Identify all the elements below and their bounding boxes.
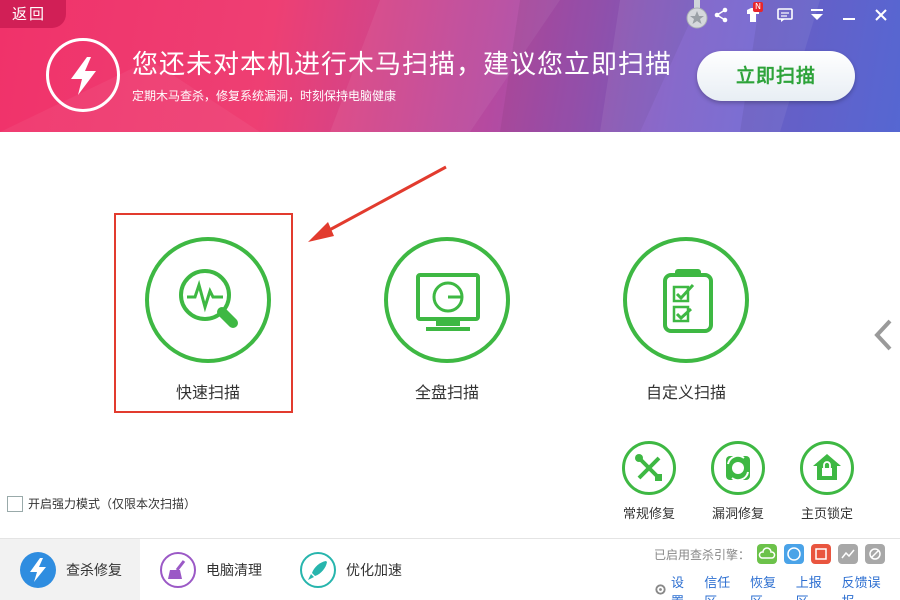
trust-zone-link[interactable]: 信任区 (704, 572, 742, 600)
message-icon[interactable] (776, 6, 794, 24)
gear-icon[interactable] (654, 583, 667, 600)
routine-repair-label: 常规修复 (622, 507, 675, 522)
close-icon[interactable] (872, 6, 890, 24)
custom-scan-option[interactable]: 自定义扫描 (621, 237, 751, 403)
annotation-arrow (308, 165, 447, 242)
skin-icon[interactable]: N (744, 2, 763, 24)
homepage-lock-label: 主页锁定 (800, 507, 853, 522)
chevron-left-icon[interactable] (872, 318, 894, 352)
tab-optimize[interactable]: 优化加速 (300, 539, 402, 600)
upload-zone-link[interactable]: 上报区 (796, 572, 834, 600)
wrench-icon (622, 441, 676, 495)
headline: 您还未对本机进行木马扫描，建议您立即扫描 (132, 50, 673, 80)
subline: 定期木马查杀，修复系统漏洞，时刻保持电脑健康 (132, 89, 397, 103)
rocket-icon (300, 552, 336, 588)
strong-mode-checkbox[interactable] (7, 495, 23, 512)
quick-scan-option[interactable]: 快速扫描 (143, 237, 273, 403)
lightning-icon (46, 38, 120, 112)
engine-icon-4[interactable] (838, 544, 859, 564)
footer-links: 设置 信任区 恢复区 上报区 反馈误报 (654, 572, 900, 600)
engine-row: 已启用查杀引擎： (654, 544, 886, 564)
home-lock-icon (800, 441, 854, 495)
checklist-icon (623, 237, 749, 363)
cloud-engine-icon[interactable] (757, 544, 778, 564)
monitor-icon (384, 237, 510, 363)
footer-bar: 查杀修复 电脑清理 优化加速 已启用查杀引擎： 设 信任 恢复 上报 反馈误 (0, 538, 900, 600)
scan-now-button[interactable]: 立即扫描 (697, 51, 855, 101)
menu-icon[interactable] (808, 6, 826, 24)
restore-zone-link[interactable]: 恢复区 (750, 572, 788, 600)
full-scan-option[interactable]: 全盘扫描 (382, 237, 512, 403)
window-controls: N (698, 2, 890, 26)
back-button[interactable]: 返回 (0, 0, 66, 28)
share-icon[interactable] (712, 6, 730, 24)
engine-icon-2[interactable] (784, 544, 805, 564)
vulnerability-repair-label: 漏洞修复 (711, 507, 764, 522)
feedback-link[interactable]: 反馈误报 (842, 572, 892, 600)
tab-pc-clean-label: 电脑清理 (206, 563, 262, 579)
engine-icon-5[interactable] (865, 544, 886, 564)
tab-pc-clean[interactable]: 电脑清理 (160, 539, 262, 600)
header-banner: 返回 您还未对本机进行木马扫描，建议您立即扫描 定期木马查杀，修复系统漏洞，时刻… (0, 0, 900, 132)
strong-mode-option[interactable]: 开启强力模式（仅限本次扫描） (7, 495, 196, 512)
settings-link[interactable]: 设置 (671, 572, 696, 600)
tab-optimize-label: 优化加速 (346, 563, 402, 579)
vulnerability-repair-tool[interactable]: 漏洞修复 (703, 441, 773, 522)
custom-scan-label: 自定义扫描 (645, 383, 726, 402)
lightning-icon (20, 552, 56, 588)
routine-repair-tool[interactable]: 常规修复 (614, 441, 684, 522)
engines-label: 已启用查杀引擎： (654, 547, 751, 562)
shield-repair-icon (711, 441, 765, 495)
new-badge: N (753, 2, 763, 12)
tab-virus-repair-label: 查杀修复 (66, 563, 122, 579)
minimize-icon[interactable] (840, 6, 858, 24)
full-scan-label: 全盘扫描 (414, 383, 479, 402)
broom-icon (160, 552, 196, 588)
magnifier-pulse-icon (145, 237, 271, 363)
quick-scan-label: 快速扫描 (175, 383, 240, 402)
strong-mode-label: 开启强力模式（仅限本次扫描） (28, 497, 197, 511)
homepage-lock-tool[interactable]: 主页锁定 (792, 441, 862, 522)
tab-virus-repair[interactable]: 查杀修复 (0, 539, 140, 600)
engine-icon-3[interactable] (811, 544, 832, 564)
